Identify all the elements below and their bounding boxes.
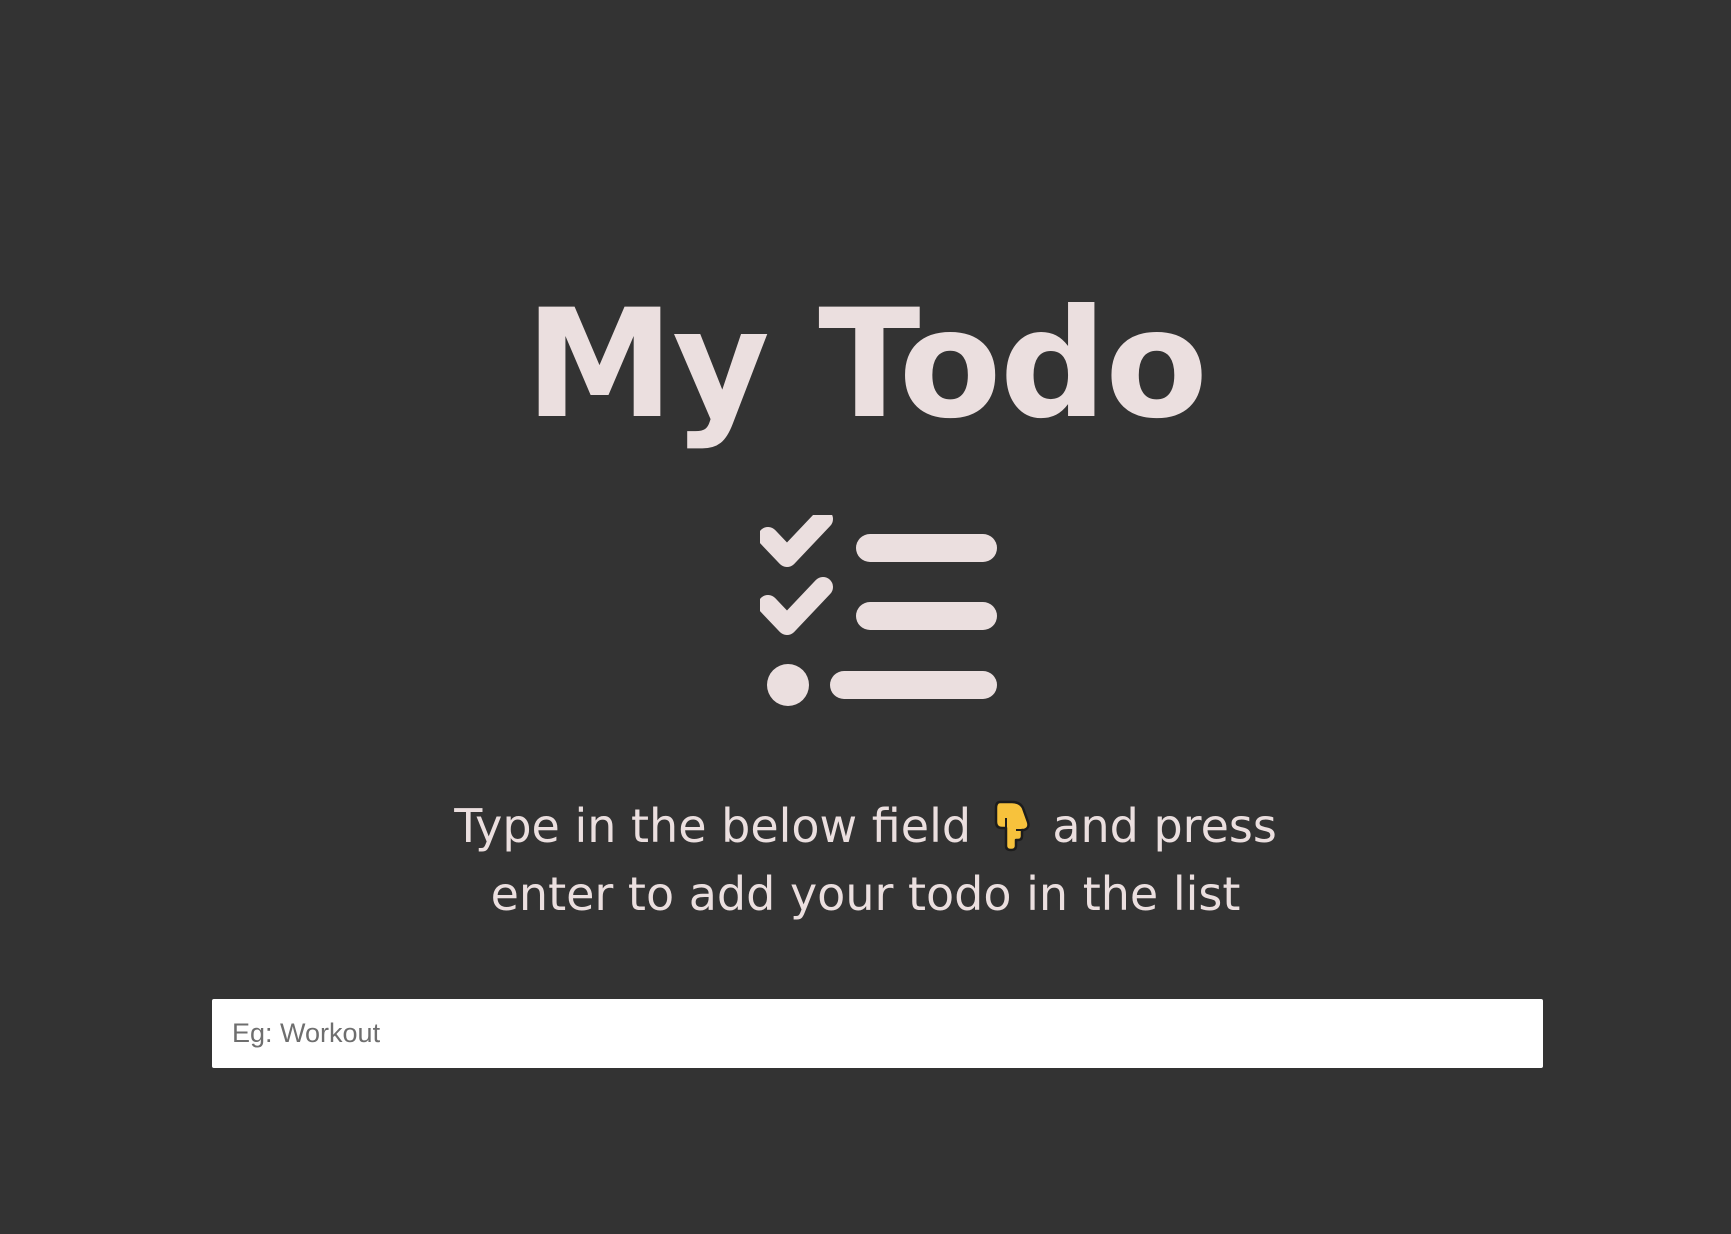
instructions-line-1: Type in the below field and press <box>454 799 1277 853</box>
bullet-dot <box>767 664 809 706</box>
todo-list-icon <box>760 515 997 706</box>
todo-input[interactable] <box>212 999 1543 1068</box>
check-mark-2 <box>760 577 833 635</box>
instructions-text: Type in the below field and press enter … <box>0 792 1731 928</box>
page-title: My Todo <box>524 278 1208 452</box>
check-mark-1 <box>760 515 833 567</box>
instructions-line-2: enter to add your todo in the list <box>490 867 1241 921</box>
todo-app: My Todo Type in the below field and pres… <box>0 0 1731 1234</box>
pointing-down-hand-icon <box>994 800 1030 852</box>
